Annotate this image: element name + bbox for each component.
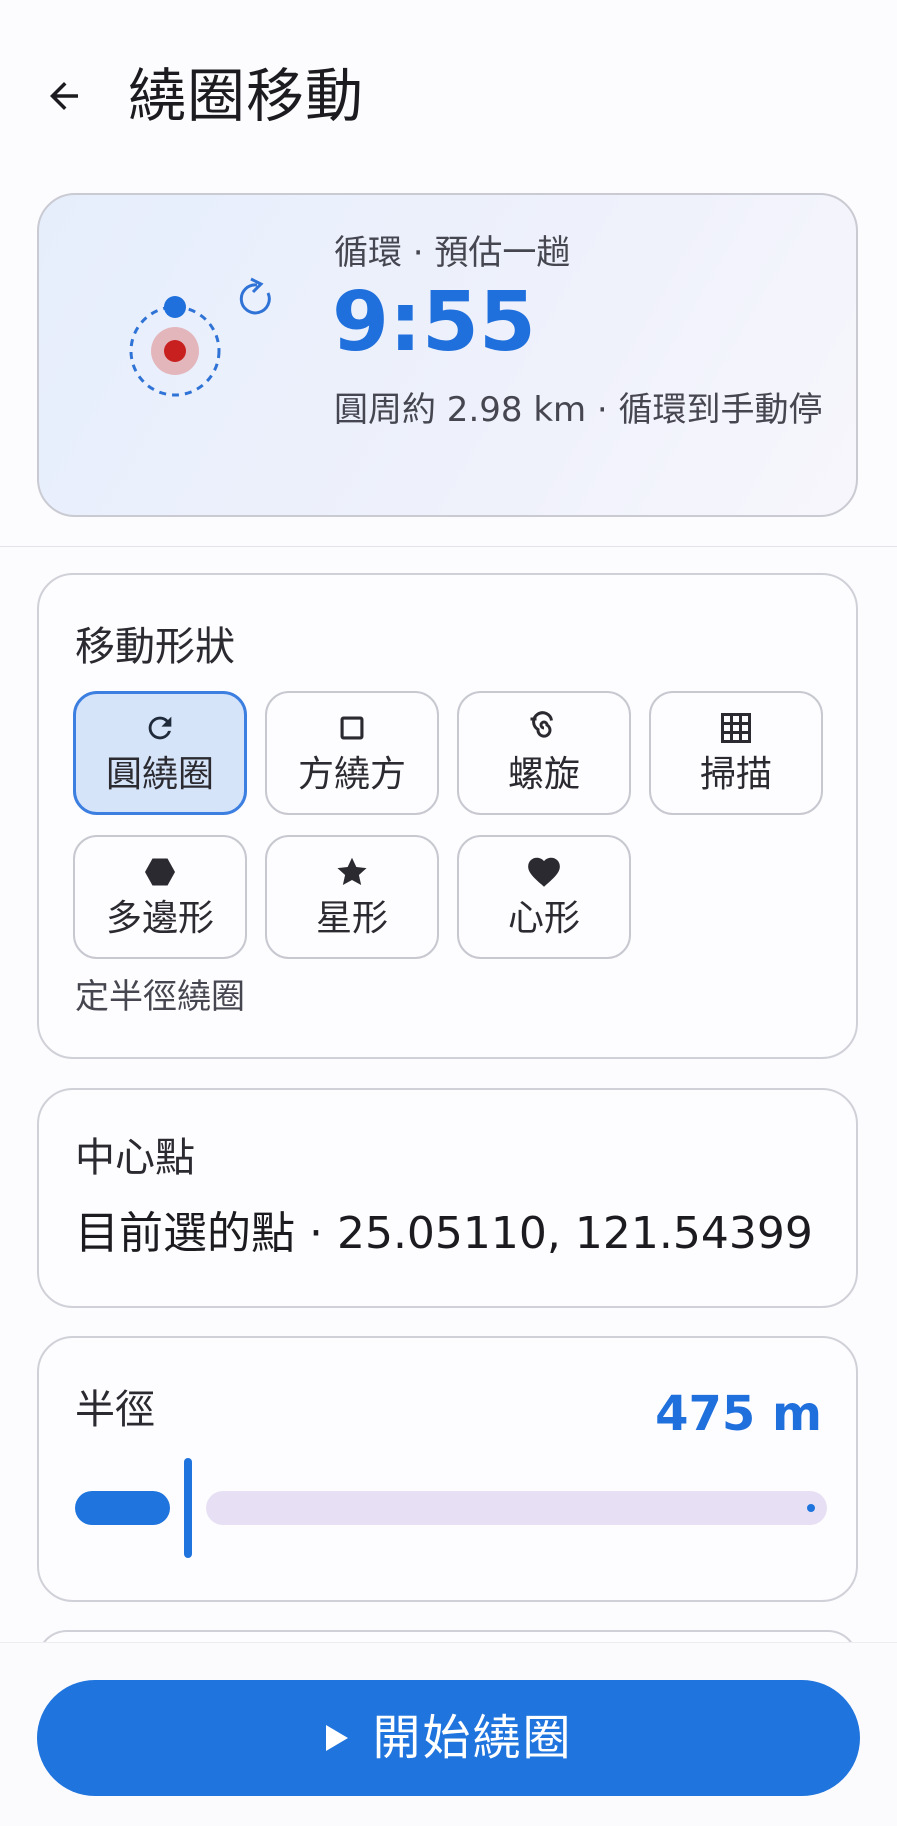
shape-option-label: 圓繞圈 — [105, 754, 214, 795]
route-summary-card: 循環 · 預估一趟 9:55 圓周約 2.98 km · 循環到手動停 — [37, 193, 858, 517]
shape-option-circle[interactable]: 圓繞圈 — [73, 691, 247, 815]
shape-option-polygon[interactable]: 多邊形 — [73, 835, 247, 959]
star-icon — [334, 852, 370, 892]
shape-option-label: 心形 — [507, 898, 580, 939]
radius-slider[interactable] — [75, 1458, 827, 1558]
shape-description: 定半徑繞圈 — [75, 977, 245, 1017]
hexagon-icon — [142, 852, 178, 892]
slider-thumb — [184, 1458, 192, 1558]
page-title: 繞圈移動 — [128, 62, 365, 130]
start-orbit-button[interactable]: 開始繞圈 — [37, 1680, 860, 1796]
shape-option-label: 螺旋 — [507, 754, 580, 795]
shape-option-label: 方繞方 — [297, 754, 406, 795]
shape-section-card: 移動形狀 圓繞圈 方繞方 螺旋 掃描 多邊形 星形 心形 定半徑繞圈 — [37, 573, 858, 1059]
heart-icon — [525, 852, 563, 892]
app-bar: 繞圈移動 — [0, 0, 897, 190]
slider-active-track — [75, 1491, 170, 1525]
play-icon — [326, 1725, 349, 1751]
arrow-left-icon — [50, 82, 78, 110]
orbit-path-icon — [129, 277, 271, 397]
radius-value: 475 m — [655, 1386, 822, 1442]
center-point-card[interactable]: 中心點 目前選的點 · 25.05110, 121.54399 — [37, 1088, 858, 1308]
square-icon — [335, 708, 369, 748]
slider-inactive-track — [206, 1491, 827, 1525]
center-point-value: 目前選的點 · 25.05110, 121.54399 — [75, 1208, 813, 1259]
slider-stop-indicator — [807, 1504, 815, 1512]
spiral-icon — [526, 708, 562, 748]
shape-option-label: 掃描 — [699, 754, 772, 795]
shape-option-spiral[interactable]: 螺旋 — [457, 691, 631, 815]
shape-option-star[interactable]: 星形 — [265, 835, 439, 959]
shape-option-label: 多邊形 — [105, 898, 214, 939]
start-orbit-label: 開始繞圈 — [372, 1710, 573, 1766]
back-button[interactable] — [36, 68, 92, 124]
radius-card: 半徑 475 m — [37, 1336, 858, 1602]
center-point-title: 中心點 — [75, 1135, 195, 1181]
shape-section-title: 移動形狀 — [75, 624, 235, 670]
route-detail: 圓周約 2.98 km · 循環到手動停 — [334, 390, 823, 430]
shape-option-label: 星形 — [315, 898, 388, 939]
loop-mode-label: 循環 · 預估一趟 — [334, 233, 571, 273]
grid-icon — [718, 708, 754, 748]
estimated-time: 9:55 — [332, 275, 536, 370]
shape-option-heart[interactable]: 心形 — [457, 835, 631, 959]
divider — [0, 546, 897, 547]
shape-option-scan[interactable]: 掃描 — [649, 691, 823, 815]
radius-title: 半徑 — [75, 1387, 155, 1433]
refresh-icon — [143, 708, 177, 748]
shape-option-square[interactable]: 方繞方 — [265, 691, 439, 815]
